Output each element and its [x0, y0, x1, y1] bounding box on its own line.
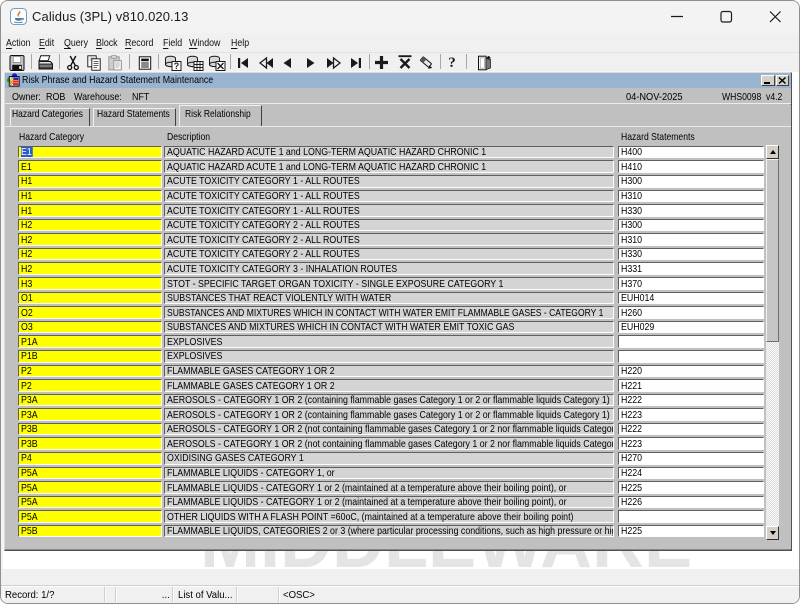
- svg-text:?: ?: [448, 55, 456, 70]
- svg-text:?: ?: [174, 61, 180, 71]
